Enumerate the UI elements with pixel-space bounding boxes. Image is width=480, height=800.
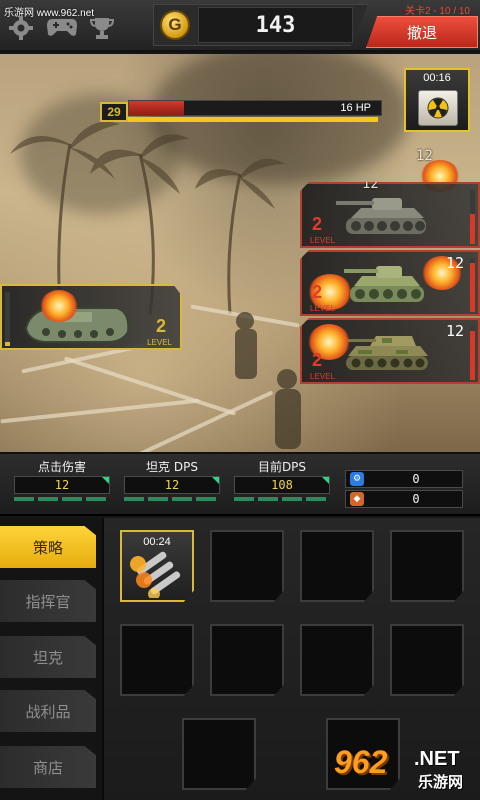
top-bar: 乐游网 www.962.net G 143 关卡2 - 10 / 10 撤退 [0,0,480,52]
enemy-tank-icon [336,258,436,312]
player-hp-gauge [5,292,10,346]
gamepad-icon[interactable] [46,16,78,40]
site-watermark-logo: 962 .NET 乐游网 [332,744,478,796]
sidebar-item-strategy[interactable]: 策略 [0,526,96,568]
enemy-level: 2 [312,350,323,370]
player-level-label: LEVEL [147,338,172,347]
gold-coin-icon: G [160,10,190,40]
strategy-slot-missile[interactable]: 00:24 [120,530,194,602]
boss-hp-text: 16 HP [340,102,371,114]
enemy-hp-gauge-fill [470,214,475,244]
player-hp-gauge-fill [5,341,10,346]
hp-track: 16 HP [128,100,382,116]
trophy-icon[interactable] [90,16,114,40]
enemy-tank-card[interactable]: 12 2 LEVEL [300,250,480,316]
enemy-hp-gauge [470,326,475,380]
boss-energy-bar [128,117,378,122]
log [0,398,200,424]
strategy-slot[interactable] [120,624,194,696]
gear-icon[interactable] [8,16,34,40]
resource-orange-value: 0 [412,492,420,506]
top-icons [8,16,114,40]
stat-divider [14,497,110,501]
player-tank-card[interactable]: 2 LEVEL [0,284,182,350]
player-level: 2 [155,316,166,336]
strategy-slot[interactable] [300,624,374,696]
strategy-slot[interactable] [300,530,374,602]
tank-dps-stat: 坦克 DPS 12 [124,458,220,501]
enemy-tank-card[interactable]: 12 2 LEVEL [300,182,480,248]
radiation-crate-icon [418,90,458,126]
enemy-hp: 12 [445,322,464,340]
enemy-tank-icon [336,326,436,380]
current-dps-value: 108 [234,476,330,494]
stats-bar: 点击伤害 12 坦克 DPS 12 目前DPS 108 ⚙ 0 ◆ 0 [0,452,480,516]
sidebar-item-shop[interactable]: 商店 [0,746,96,788]
tap-damage-value: 12 [14,476,110,494]
stat-divider [234,497,330,501]
enemy-hp-gauge-fill [470,263,475,312]
sidebar: 策略 指挥官 坦克 战利品 商店 [0,518,104,800]
gear-token-icon: ⚙ [350,472,364,486]
tank-dps-label: 坦克 DPS [146,460,198,474]
strategy-slot[interactable] [210,624,284,696]
supply-timer: 00:16 [423,72,451,84]
watermark-logo-net: .NET [414,748,460,770]
enemy-hp-gauge [470,258,475,312]
tank-dps-value: 12 [124,476,220,494]
current-dps-label: 目前DPS [257,460,307,474]
strategy-slot[interactable] [390,530,464,602]
sidebar-item-commander[interactable]: 指挥官 [0,580,96,622]
retreat-button[interactable]: 撤退 [366,16,478,48]
enemy-tank-card[interactable]: 12 2 LEVEL [300,318,480,384]
sidebar-item-loot[interactable]: 战利品 [0,690,96,732]
missile-strike-icon [128,550,188,602]
strategy-slot[interactable] [390,624,464,696]
enemy-level-label: LEVEL [310,236,335,245]
enemy-hp-gauge-fill [470,331,475,380]
enemy-level-label: LEVEL [310,304,335,313]
stat-divider [124,497,220,501]
strategy-slot[interactable] [182,718,256,790]
enemy-level: 2 [312,214,323,234]
enemy-hp-gauge [470,190,475,244]
watermark-logo-cn: 乐游网 [418,773,464,791]
medal-token-icon: ◆ [350,492,364,506]
gold-amount: 143 [198,7,353,43]
resource-orange: ◆ 0 [345,490,463,508]
tap-damage-label: 点击伤害 [37,460,86,474]
hp-fill [129,101,185,115]
stage-progress: 关卡2 - 10 / 10 [404,6,470,17]
resource-blue-value: 0 [412,472,420,486]
tap-damage-stat: 点击伤害 12 [14,458,110,501]
supply-crate-button[interactable]: 00:16 [404,68,470,132]
enemy-hp: 12 [445,254,464,272]
slot-timer: 00:24 [143,536,171,548]
current-dps-stat: 目前DPS 108 [234,458,330,501]
watermark-logo-number: 962 [334,744,388,780]
strategy-slot[interactable] [210,530,284,602]
enemy-level-label: LEVEL [310,372,335,381]
explosion-effect [40,290,78,322]
resource-blue: ⚙ 0 [345,470,463,488]
sidebar-item-tanks[interactable]: 坦克 [0,636,96,678]
enemy-level: 2 [312,282,323,302]
enemy-tank-icon [336,190,436,244]
boss-level: 29 [100,102,128,122]
boss-hp-bar: 29 16 HP [100,100,382,128]
